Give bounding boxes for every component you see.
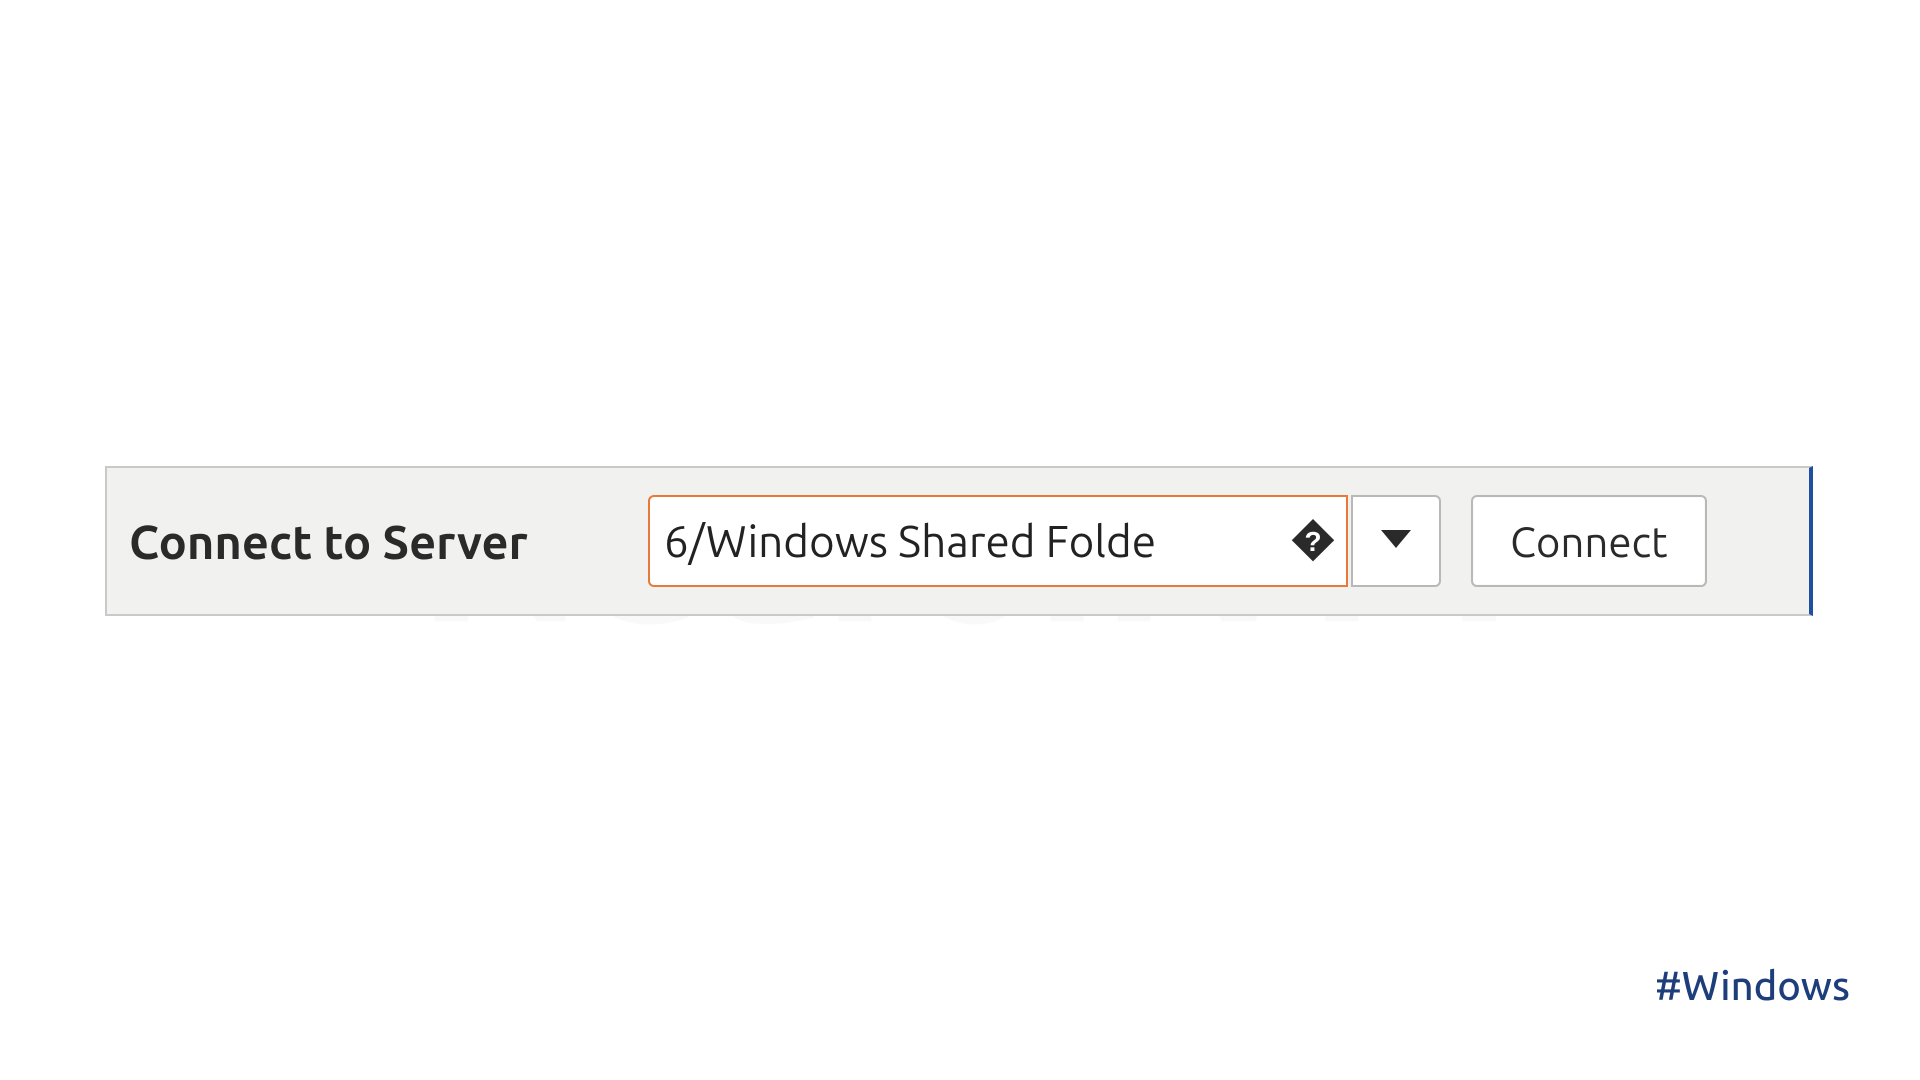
- server-address-value: 6/Windows Shared Folde: [664, 517, 1282, 566]
- server-address-group: 6/Windows Shared Folde ?: [648, 495, 1441, 587]
- hashtag-text: #Windows: [1655, 963, 1850, 1008]
- svg-text:?: ?: [1304, 526, 1321, 557]
- connect-button[interactable]: Connect: [1471, 495, 1707, 587]
- address-history-dropdown[interactable]: [1351, 495, 1441, 587]
- connect-to-server-bar: Connect to Server 6/Windows Shared Folde…: [105, 466, 1813, 616]
- help-icon[interactable]: ?: [1290, 518, 1336, 564]
- server-address-input[interactable]: 6/Windows Shared Folde ?: [648, 495, 1348, 587]
- chevron-down-icon: [1379, 528, 1413, 554]
- connect-to-server-label: Connect to Server: [129, 515, 528, 568]
